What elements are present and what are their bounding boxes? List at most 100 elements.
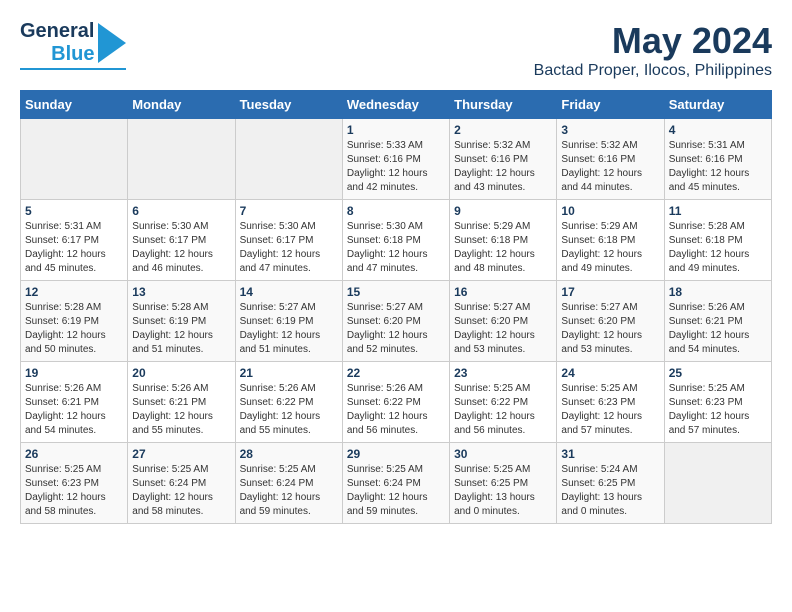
day-info: Sunrise: 5:26 AMSunset: 6:21 PMDaylight:… bbox=[132, 382, 230, 438]
calendar-cell: 11 Sunrise: 5:28 AMSunset: 6:18 PMDayligh… bbox=[664, 200, 771, 281]
weekday-header-thursday: Thursday bbox=[450, 91, 557, 119]
day-number: 3 bbox=[561, 123, 659, 137]
day-number: 18 bbox=[669, 285, 767, 299]
day-info: Sunrise: 5:25 AMSunset: 6:23 PMDaylight:… bbox=[25, 463, 123, 519]
calendar-cell bbox=[21, 119, 128, 200]
day-number: 29 bbox=[347, 447, 445, 461]
calendar-cell bbox=[664, 443, 771, 524]
calendar-cell: 7 Sunrise: 5:30 AMSunset: 6:17 PMDaylight… bbox=[235, 200, 342, 281]
day-number: 1 bbox=[347, 123, 445, 137]
day-number: 14 bbox=[240, 285, 338, 299]
day-number: 8 bbox=[347, 204, 445, 218]
day-number: 5 bbox=[25, 204, 123, 218]
day-info: Sunrise: 5:32 AMSunset: 6:16 PMDaylight:… bbox=[561, 139, 659, 195]
day-number: 21 bbox=[240, 366, 338, 380]
calendar-cell: 28Sunrise: 5:25 AMSunset: 6:24 PMDayligh… bbox=[235, 443, 342, 524]
calendar-cell: 16 Sunrise: 5:27 AMSunset: 6:20 PMDayligh… bbox=[450, 281, 557, 362]
day-number: 30 bbox=[454, 447, 552, 461]
day-info: Sunrise: 5:30 AMSunset: 6:17 PMDaylight:… bbox=[240, 220, 338, 276]
logo-general: General bbox=[20, 20, 94, 43]
page-subtitle: Bactad Proper, Ilocos, Philippines bbox=[534, 62, 772, 80]
calendar-cell: 19Sunrise: 5:26 AMSunset: 6:21 PMDayligh… bbox=[21, 362, 128, 443]
day-number: 10 bbox=[561, 204, 659, 218]
calendar-cell: 4Sunrise: 5:31 AMSunset: 6:16 PMDaylight… bbox=[664, 119, 771, 200]
day-info: Sunrise: 5:25 AMSunset: 6:24 PMDaylight:… bbox=[347, 463, 445, 519]
page-title: May 2024 bbox=[534, 20, 772, 62]
day-info: Sunrise: 5:25 AMSunset: 6:23 PMDaylight:… bbox=[669, 382, 767, 438]
day-info: Sunrise: 5:27 AMSunset: 6:20 PMDaylight:… bbox=[454, 301, 552, 357]
day-number: 15 bbox=[347, 285, 445, 299]
day-number: 16 bbox=[454, 285, 552, 299]
calendar-cell: 23 Sunrise: 5:25 AMSunset: 6:22 PMDayligh… bbox=[450, 362, 557, 443]
day-info: Sunrise: 5:28 AMSunset: 6:19 PMDaylight:… bbox=[25, 301, 123, 357]
calendar-week-row: 26 Sunrise: 5:25 AMSunset: 6:23 PMDayligh… bbox=[21, 443, 772, 524]
weekday-header-monday: Monday bbox=[128, 91, 235, 119]
day-number: 20 bbox=[132, 366, 230, 380]
calendar-cell: 29 Sunrise: 5:25 AMSunset: 6:24 PMDayligh… bbox=[342, 443, 449, 524]
day-number: 6 bbox=[132, 204, 230, 218]
calendar-cell bbox=[235, 119, 342, 200]
day-info: Sunrise: 5:25 AMSunset: 6:25 PMDaylight:… bbox=[454, 463, 552, 519]
calendar-cell: 13 Sunrise: 5:28 AMSunset: 6:19 PMDayligh… bbox=[128, 281, 235, 362]
day-number: 2 bbox=[454, 123, 552, 137]
calendar-week-row: 19 Sunrise: 5:26 AMSunset: 6:21 PMDayligh… bbox=[21, 362, 772, 443]
calendar-cell: 14 Sunrise: 5:27 AMSunset: 6:19 PMDayligh… bbox=[235, 281, 342, 362]
day-number: 13 bbox=[132, 285, 230, 299]
calendar-cell: 3 Sunrise: 5:32 AMSunset: 6:16 PMDaylight… bbox=[557, 119, 664, 200]
day-number: 31 bbox=[561, 447, 659, 461]
day-number: 4 bbox=[669, 123, 767, 137]
calendar-table: SundayMondayTuesdayWednesdayThursdayFrid… bbox=[20, 90, 772, 524]
title-block: May 2024 Bactad Proper, Ilocos, Philippi… bbox=[534, 20, 772, 80]
calendar-header-row: SundayMondayTuesdayWednesdayThursdayFrid… bbox=[21, 91, 772, 119]
day-info: Sunrise: 5:28 AMSunset: 6:18 PMDaylight:… bbox=[669, 220, 767, 276]
calendar-cell: 17 Sunrise: 5:27 AMSunset: 6:20 PMDayligh… bbox=[557, 281, 664, 362]
day-number: 24 bbox=[561, 366, 659, 380]
day-number: 27 bbox=[132, 447, 230, 461]
day-info: Sunrise: 5:33 AMSunset: 6:16 PMDaylight:… bbox=[347, 139, 445, 195]
calendar-cell: 12 Sunrise: 5:28 AMSunset: 6:19 PMDayligh… bbox=[21, 281, 128, 362]
day-number: 12 bbox=[25, 285, 123, 299]
weekday-header-wednesday: Wednesday bbox=[342, 91, 449, 119]
day-info: Sunrise: 5:26 AMSunset: 6:22 PMDaylight:… bbox=[347, 382, 445, 438]
calendar-cell: 31 Sunrise: 5:24 AMSunset: 6:25 PMDayligh… bbox=[557, 443, 664, 524]
calendar-cell: 8 Sunrise: 5:30 AMSunset: 6:18 PMDaylight… bbox=[342, 200, 449, 281]
day-info: Sunrise: 5:27 AMSunset: 6:20 PMDaylight:… bbox=[561, 301, 659, 357]
day-info: Sunrise: 5:27 AMSunset: 6:19 PMDaylight:… bbox=[240, 301, 338, 357]
day-info: Sunrise: 5:30 AMSunset: 6:17 PMDaylight:… bbox=[132, 220, 230, 276]
calendar-cell: 9Sunrise: 5:29 AMSunset: 6:18 PMDaylight… bbox=[450, 200, 557, 281]
day-number: 7 bbox=[240, 204, 338, 218]
weekday-header-tuesday: Tuesday bbox=[235, 91, 342, 119]
day-number: 25 bbox=[669, 366, 767, 380]
day-info: Sunrise: 5:29 AMSunset: 6:18 PMDaylight:… bbox=[561, 220, 659, 276]
day-number: 9 bbox=[454, 204, 552, 218]
calendar-cell: 24 Sunrise: 5:25 AMSunset: 6:23 PMDayligh… bbox=[557, 362, 664, 443]
day-number: 11 bbox=[669, 204, 767, 218]
day-info: Sunrise: 5:28 AMSunset: 6:19 PMDaylight:… bbox=[132, 301, 230, 357]
calendar-cell: 5 Sunrise: 5:31 AMSunset: 6:17 PMDaylight… bbox=[21, 200, 128, 281]
calendar-cell: 2Sunrise: 5:32 AMSunset: 6:16 PMDaylight… bbox=[450, 119, 557, 200]
day-number: 17 bbox=[561, 285, 659, 299]
calendar-cell: 22Sunrise: 5:26 AMSunset: 6:22 PMDayligh… bbox=[342, 362, 449, 443]
logo-blue: Blue bbox=[51, 43, 94, 66]
calendar-week-row: 5 Sunrise: 5:31 AMSunset: 6:17 PMDaylight… bbox=[21, 200, 772, 281]
day-info: Sunrise: 5:24 AMSunset: 6:25 PMDaylight:… bbox=[561, 463, 659, 519]
day-number: 28 bbox=[240, 447, 338, 461]
day-info: Sunrise: 5:25 AMSunset: 6:24 PMDaylight:… bbox=[132, 463, 230, 519]
calendar-week-row: 1 Sunrise: 5:33 AMSunset: 6:16 PMDaylight… bbox=[21, 119, 772, 200]
weekday-header-sunday: Sunday bbox=[21, 91, 128, 119]
day-info: Sunrise: 5:31 AMSunset: 6:17 PMDaylight:… bbox=[25, 220, 123, 276]
day-info: Sunrise: 5:26 AMSunset: 6:21 PMDaylight:… bbox=[669, 301, 767, 357]
weekday-header-friday: Friday bbox=[557, 91, 664, 119]
calendar-cell: 27 Sunrise: 5:25 AMSunset: 6:24 PMDayligh… bbox=[128, 443, 235, 524]
logo: General Blue bbox=[20, 20, 126, 70]
day-number: 26 bbox=[25, 447, 123, 461]
day-info: Sunrise: 5:30 AMSunset: 6:18 PMDaylight:… bbox=[347, 220, 445, 276]
page-header: General Blue May 2024 Bactad Proper, Ilo… bbox=[20, 20, 772, 80]
calendar-cell: 25 Sunrise: 5:25 AMSunset: 6:23 PMDayligh… bbox=[664, 362, 771, 443]
day-number: 23 bbox=[454, 366, 552, 380]
day-info: Sunrise: 5:25 AMSunset: 6:22 PMDaylight:… bbox=[454, 382, 552, 438]
day-info: Sunrise: 5:25 AMSunset: 6:23 PMDaylight:… bbox=[561, 382, 659, 438]
day-number: 19 bbox=[25, 366, 123, 380]
calendar-cell: 10 Sunrise: 5:29 AMSunset: 6:18 PMDayligh… bbox=[557, 200, 664, 281]
calendar-cell: 18 Sunrise: 5:26 AMSunset: 6:21 PMDayligh… bbox=[664, 281, 771, 362]
